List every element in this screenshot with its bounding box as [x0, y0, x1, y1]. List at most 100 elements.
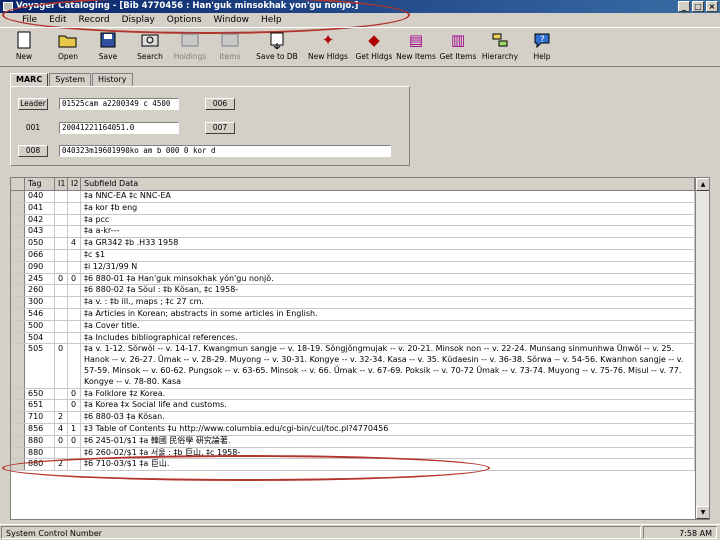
row-selector[interactable] — [11, 202, 25, 214]
indicator2-cell[interactable]: 0 — [68, 388, 81, 400]
table-row[interactable]: 050 4 ‡a GR342 ‡b .H33 1958 — [11, 238, 695, 250]
tag-cell[interactable]: 041 — [25, 202, 55, 214]
indicator1-cell[interactable]: 2 — [55, 459, 68, 471]
indicator2-cell[interactable] — [68, 320, 81, 332]
help-button[interactable]: ? Help — [520, 30, 564, 66]
tag-cell[interactable]: 043 — [25, 226, 55, 238]
tag-cell[interactable]: 546 — [25, 308, 55, 320]
table-row[interactable]: 650 0 ‡a Folklore ‡z Korea. — [11, 388, 695, 401]
indicator2-cell[interactable] — [68, 332, 81, 344]
indicator1-cell[interactable] — [55, 261, 68, 273]
col-i1[interactable]: I1 — [55, 178, 68, 190]
table-row[interactable]: 505 0 ‡a v. 1-12. Sŏrwŏl -- v. 14-17. Kwan… — [11, 344, 695, 389]
tag-cell[interactable]: 245 — [25, 273, 55, 285]
indicator1-cell[interactable]: 0 — [55, 344, 68, 388]
col-subfield-data[interactable]: Subfield Data — [81, 178, 695, 190]
indicator1-cell[interactable] — [55, 285, 68, 297]
menu-options[interactable]: Options — [167, 13, 202, 27]
leader-value[interactable]: 01525cam a2200349 c 4500 — [59, 98, 179, 110]
indicator2-cell[interactable] — [68, 297, 81, 308]
subfield-data-cell[interactable]: ‡a NNC-EA ‡c NNC-EA — [81, 191, 695, 202]
scroll-up-button[interactable]: ▲ — [696, 178, 709, 191]
indicator2-cell[interactable] — [68, 412, 81, 423]
vertical-scrollbar[interactable]: ▲ ▼ — [695, 178, 709, 519]
field-008-value[interactable]: 040323m19601990ko am b 000 0 kor d — [59, 145, 391, 157]
row-selector[interactable] — [11, 308, 25, 320]
subfield-data-cell[interactable]: ‡6 880-02 ‡a Sŏul : ‡b Kŏsan, ‡c 1958- — [81, 285, 695, 297]
indicator1-cell[interactable]: 0 — [55, 273, 68, 285]
tag-cell[interactable]: 650 — [25, 388, 55, 400]
tag-cell[interactable]: 856 — [25, 423, 55, 435]
table-row[interactable]: 880 2 ‡6 710-03/$1 ‡a 巨山. — [11, 459, 695, 472]
tag-cell[interactable]: 500 — [25, 320, 55, 332]
indicator1-cell[interactable]: 4 — [55, 423, 68, 435]
indicator2-cell[interactable]: 4 — [68, 238, 81, 249]
row-selector[interactable] — [11, 191, 25, 202]
scroll-down-button[interactable]: ▼ — [696, 506, 709, 519]
tag-cell[interactable]: 880 — [25, 435, 55, 447]
new-items-button[interactable]: ▤ New Items — [392, 30, 440, 66]
row-selector[interactable] — [11, 261, 25, 273]
tab-history[interactable]: History — [92, 73, 133, 87]
tag-cell[interactable]: 710 — [25, 412, 55, 423]
subfield-data-cell[interactable]: ‡6 710-03/$1 ‡a 巨山. — [81, 459, 695, 471]
table-row[interactable]: 090 ‡i 12/31/99 N — [11, 261, 695, 274]
tag-cell[interactable]: 651 — [25, 400, 55, 412]
table-row[interactable]: 856 4 1 ‡3 Table of Contents ‡u http://www.… — [11, 423, 695, 436]
menu-record[interactable]: Record — [79, 13, 110, 27]
tab-marc[interactable]: MARC — [10, 73, 49, 87]
row-selector[interactable] — [11, 435, 25, 447]
tag-cell[interactable]: 260 — [25, 285, 55, 297]
subfield-data-cell[interactable]: ‡6 245-01/$1 ‡a 韓國 民俗學 硏究論著. — [81, 435, 695, 447]
tag-cell[interactable]: 505 — [25, 344, 55, 388]
table-row[interactable]: 880 0 0 ‡6 245-01/$1 ‡a 韓國 民俗學 硏究論著. — [11, 435, 695, 448]
menu-file[interactable]: File — [22, 13, 37, 27]
row-selector[interactable] — [11, 226, 25, 238]
table-row[interactable]: 042 ‡a pcc — [11, 214, 695, 227]
table-row[interactable]: 245 0 0 ‡6 880-01 ‡a Han'guk minsokhak yŏn'… — [11, 273, 695, 286]
row-selector[interactable] — [11, 459, 25, 471]
indicator1-cell[interactable] — [55, 202, 68, 214]
row-selector[interactable] — [11, 214, 25, 226]
indicator2-cell[interactable]: 0 — [68, 435, 81, 447]
get-hldgs-button[interactable]: ◆ Get Hldgs — [350, 30, 398, 66]
minimize-button[interactable]: _ — [678, 1, 690, 12]
col-i2[interactable]: I2 — [68, 178, 81, 190]
indicator2-cell[interactable] — [68, 261, 81, 273]
row-selector[interactable] — [11, 388, 25, 400]
indicator1-cell[interactable] — [55, 214, 68, 226]
search-button[interactable]: Search — [128, 30, 172, 66]
indicator1-cell[interactable] — [55, 191, 68, 202]
items-button[interactable]: Items — [208, 30, 252, 66]
indicator2-cell[interactable] — [68, 226, 81, 238]
indicator2-cell[interactable] — [68, 344, 81, 388]
leader-button[interactable]: Leader — [18, 98, 48, 110]
row-selector[interactable] — [11, 297, 25, 308]
indicator2-cell[interactable] — [68, 202, 81, 214]
subfield-data-cell[interactable]: ‡a GR342 ‡b .H33 1958 — [81, 238, 695, 249]
field-001-value[interactable]: 20041221164051.0 — [59, 122, 179, 134]
table-row[interactable]: 504 ‡a Includes bibliographical reference… — [11, 332, 695, 345]
row-selector[interactable] — [11, 412, 25, 423]
row-selector[interactable] — [11, 423, 25, 435]
indicator1-cell[interactable] — [55, 308, 68, 320]
subfield-data-cell[interactable]: ‡a Korea ‡x Social life and customs. — [81, 400, 695, 412]
indicator2-cell[interactable]: 0 — [68, 273, 81, 285]
new-button[interactable]: New — [2, 30, 46, 66]
subfield-data-cell[interactable]: ‡a Articles in Korean; abstracts in some… — [81, 308, 695, 320]
indicator2-cell[interactable] — [68, 308, 81, 320]
maximize-button[interactable]: □ — [692, 1, 704, 12]
subfield-data-cell[interactable]: ‡a Includes bibliographical references. — [81, 332, 695, 344]
subfield-data-cell[interactable]: ‡a a-kr--- — [81, 226, 695, 238]
subfield-data-cell[interactable]: ‡c $1 — [81, 249, 695, 261]
table-row[interactable]: 300 ‡a v. : ‡b ill., maps ; ‡c 27 cm. — [11, 297, 695, 309]
tab-system[interactable]: System — [49, 73, 92, 87]
tag-cell[interactable]: 042 — [25, 214, 55, 226]
subfield-data-cell[interactable]: ‡i 12/31/99 N — [81, 261, 695, 273]
hierarchy-button[interactable]: Hierarchy — [476, 30, 524, 66]
subfield-data-cell[interactable]: ‡a pcc — [81, 214, 695, 226]
indicator1-cell[interactable] — [55, 400, 68, 412]
tag-cell[interactable]: 504 — [25, 332, 55, 344]
subfield-data-cell[interactable]: ‡a Folklore ‡z Korea. — [81, 388, 695, 400]
title-bar[interactable]: Voyager Cataloging - [Bib 4770456 : Han'… — [0, 0, 720, 13]
